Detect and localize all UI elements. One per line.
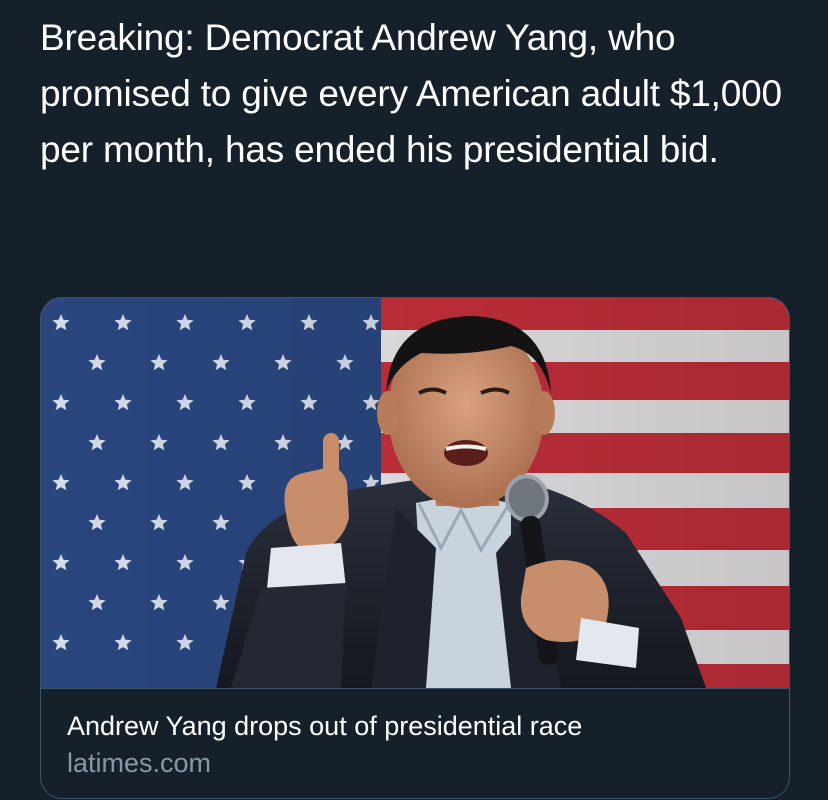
tweet-text: Breaking: Democrat Andrew Yang, who prom… [40, 17, 782, 170]
card-divider [41, 688, 789, 689]
link-preview-card[interactable]: Andrew Yang drops out of presidential ra… [40, 297, 790, 799]
card-domain: latimes.com [67, 748, 212, 778]
card-image[interactable] [41, 298, 789, 688]
card-title[interactable]: Andrew Yang drops out of presidential ra… [67, 710, 767, 742]
